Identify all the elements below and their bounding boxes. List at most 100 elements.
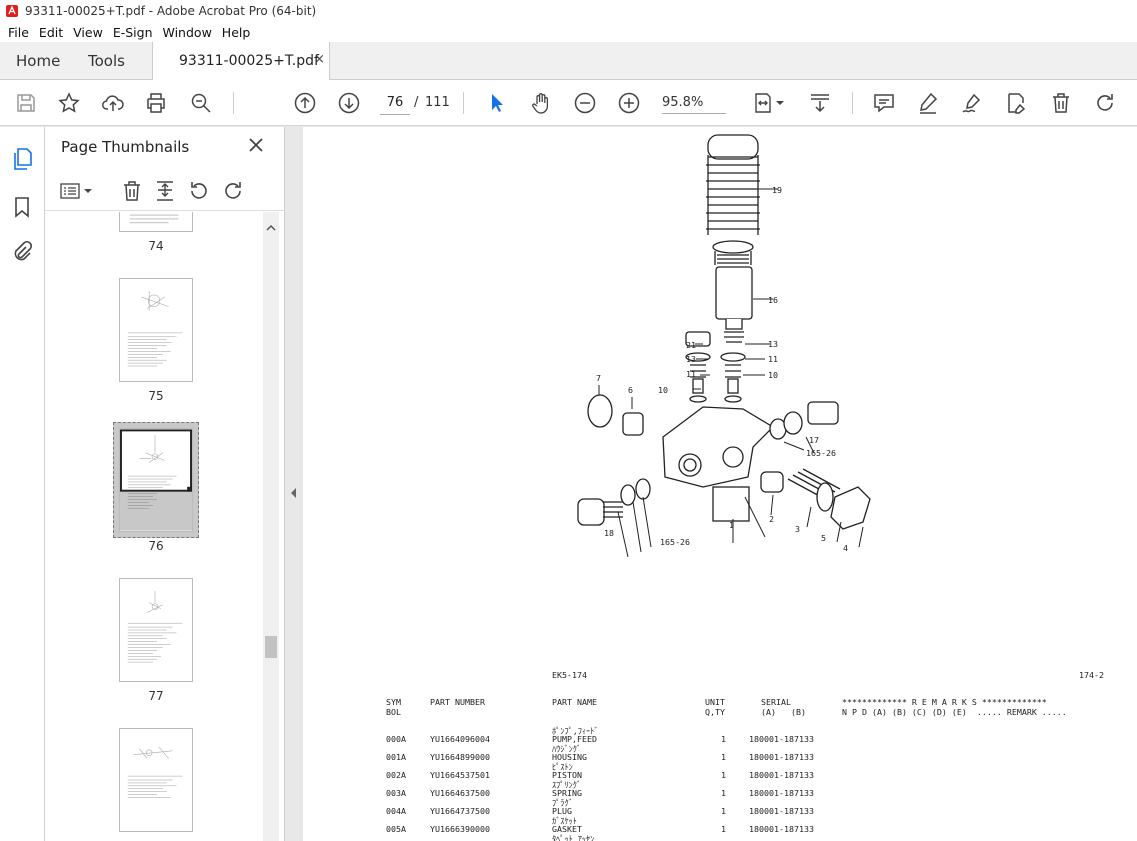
column-header-remarks: ************* R E M A R K S ************…	[842, 697, 1067, 717]
cell-serial: 180001-187133	[749, 806, 814, 816]
callout-label: 4	[843, 543, 848, 553]
hand-icon[interactable]	[529, 91, 553, 115]
pdf-page: 19 16 21 13 11 10 13 11 10 7 6 17 165-26…	[303, 127, 1137, 841]
delete-pages-icon[interactable]	[120, 179, 144, 203]
panel-toolbar	[45, 171, 285, 211]
tab-tools[interactable]: Tools	[88, 52, 125, 70]
callout-label: 11	[686, 369, 696, 379]
page-code-left: EK5-174	[552, 670, 587, 680]
cell-sym: 004A	[386, 806, 406, 816]
scrollbar-thumb[interactable]	[265, 636, 277, 658]
rotate-icon[interactable]	[1093, 91, 1117, 115]
bookmark-icon[interactable]	[10, 195, 34, 219]
tab-document[interactable]: 93311-00025+T.pdf ×	[152, 42, 330, 81]
callout-label: 5	[821, 533, 826, 543]
fit-page-icon[interactable]	[752, 91, 788, 115]
cell-sym: 005A	[386, 824, 406, 834]
scroll-mode-icon[interactable]	[808, 91, 832, 115]
parts-diagram	[577, 134, 871, 558]
thumbnail-page-current[interactable]	[119, 428, 193, 532]
edit-pdf-icon[interactable]	[1004, 91, 1028, 115]
callout-label: 1	[729, 520, 734, 530]
star-icon[interactable]	[57, 91, 81, 115]
cell-sym: 002A	[386, 770, 406, 780]
thumbnail-page[interactable]	[119, 278, 193, 382]
callout-label: 165-26	[806, 448, 836, 458]
zoom-in-icon[interactable]	[617, 91, 641, 115]
callout-label: 10	[768, 370, 778, 380]
sign-icon[interactable]	[960, 91, 984, 115]
thumbnail-label: 76	[148, 539, 164, 553]
zoom-level-select[interactable]: 95.8%	[662, 95, 726, 114]
comment-icon[interactable]	[872, 91, 896, 115]
select-cursor-icon[interactable]	[485, 91, 509, 115]
cell-part-number: YU1664537501	[430, 770, 490, 780]
next-page-icon[interactable]	[337, 91, 361, 115]
callout-label: 11	[768, 354, 778, 364]
toolbar-divider	[463, 92, 464, 114]
acrobat-icon	[6, 5, 18, 17]
callout-label: 13	[768, 339, 778, 349]
toolbar-divider	[852, 92, 853, 114]
cell-serial: 180001-187133	[749, 824, 814, 834]
delete-icon[interactable]	[1049, 91, 1073, 115]
tab-close-button[interactable]: ×	[314, 52, 325, 67]
prev-page-icon[interactable]	[293, 91, 317, 115]
menu-bar: File Edit View E-Sign Window Help	[0, 22, 1137, 42]
thumbnail-label: 77	[148, 689, 164, 703]
thumbnail-label: 74	[148, 239, 164, 253]
panel-collapse-handle[interactable]	[285, 127, 303, 841]
close-icon[interactable]	[247, 136, 265, 154]
menu-edit[interactable]: Edit	[39, 25, 63, 40]
menu-view[interactable]: View	[73, 25, 103, 40]
cell-qty: 1	[721, 788, 726, 798]
cell-part-number: YU1664637500	[430, 788, 490, 798]
chevron-left-icon	[291, 488, 296, 498]
thumbnail-scrollbar[interactable]	[263, 212, 279, 841]
cell-serial: 180001-187133	[749, 734, 814, 744]
callout-label: 18	[604, 528, 614, 538]
zoom-out-icon[interactable]	[573, 91, 597, 115]
thumbnails-panel: Page Thumbnails 74 75 76 77	[45, 127, 285, 841]
menu-file[interactable]: File	[8, 25, 29, 40]
extract-pages-icon[interactable]	[153, 179, 177, 203]
cell-qty: 1	[721, 770, 726, 780]
scroll-up-icon[interactable]	[263, 220, 279, 236]
callout-label: 6	[628, 385, 633, 395]
zoom-search-icon[interactable]	[189, 91, 213, 115]
callout-label: 3	[795, 524, 800, 534]
options-menu-icon[interactable]	[59, 179, 95, 203]
page-code-right: 174-2	[1079, 670, 1104, 680]
thumbnail-page[interactable]	[119, 212, 193, 232]
attachment-icon[interactable]	[10, 240, 34, 264]
highlight-pen-icon[interactable]	[916, 91, 940, 115]
column-header-part-number: PART NUMBER	[430, 697, 485, 707]
document-viewport[interactable]: 19 16 21 13 11 10 13 11 10 7 6 17 165-26…	[303, 127, 1137, 841]
menu-help[interactable]: Help	[222, 25, 251, 40]
rotate-ccw-icon[interactable]	[187, 179, 211, 203]
page-thumbnails-icon[interactable]	[10, 147, 34, 171]
page-number-input[interactable]: 76	[380, 91, 410, 115]
callout-label: 17	[809, 435, 819, 445]
thumbnail-list: 74 75 76 77 78	[45, 212, 263, 841]
column-header-sym: SYM BOL	[386, 697, 401, 717]
cell-serial: 180001-187133	[749, 752, 814, 762]
upload-cloud-icon[interactable]	[101, 91, 125, 115]
save-icon[interactable]	[14, 91, 38, 115]
cell-qty: 1	[721, 824, 726, 834]
cell-sym: 000A	[386, 734, 406, 744]
print-icon[interactable]	[144, 91, 168, 115]
tab-home[interactable]: Home	[16, 52, 60, 70]
menu-window[interactable]: Window	[163, 25, 212, 40]
menu-esign[interactable]: E-Sign	[113, 25, 153, 40]
callout-label: 19	[772, 185, 782, 195]
callout-label: 7	[596, 373, 601, 383]
column-header-unit: UNIT Q,TY	[705, 697, 725, 717]
rotate-cw-icon[interactable]	[221, 179, 245, 203]
thumbnail-page[interactable]	[119, 728, 193, 832]
callout-label: 16	[768, 295, 778, 305]
tab-bar: Home Tools 93311-00025+T.pdf ×	[0, 42, 1137, 81]
left-rail	[0, 127, 45, 841]
thumbnail-page[interactable]	[119, 578, 193, 682]
title-bar: 93311-00025+T.pdf - Adobe Acrobat Pro (6…	[0, 0, 1137, 22]
